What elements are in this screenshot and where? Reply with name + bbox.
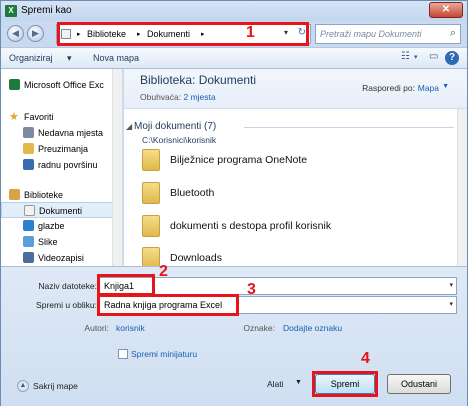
save-as-dialog: X Spremi kao ✕ ◀ ▶ ▸ Biblioteke ▸ Dokume… bbox=[0, 0, 468, 406]
authors-value[interactable]: korisnik bbox=[116, 323, 145, 333]
collapse-group-icon[interactable]: ◢ bbox=[126, 122, 132, 131]
search-placeholder: Pretraži mapu Dokumenti bbox=[320, 29, 422, 39]
title-bar: X Spremi kao ✕ bbox=[1, 1, 467, 21]
music-icon bbox=[23, 220, 34, 231]
view-dropdown-icon[interactable]: ▾ bbox=[414, 53, 418, 61]
group-path[interactable]: C:\Korisnici\korisnik bbox=[142, 135, 216, 145]
star-icon: ★ bbox=[9, 111, 19, 123]
folder-icon bbox=[142, 215, 160, 237]
excel-app-icon: X bbox=[5, 5, 17, 17]
nav-item-desktop[interactable]: radnu površinu bbox=[1, 157, 113, 173]
address-row: ◀ ▶ ▸ Biblioteke ▸ Dokumenti ▸ ▾ ↻ Pretr… bbox=[1, 21, 467, 47]
library-header: Biblioteka: Dokumenti Obuhvaća: 2 mjesta… bbox=[124, 69, 467, 109]
tools-button[interactable]: Alati bbox=[267, 379, 284, 389]
new-folder-button[interactable]: Nova mapa bbox=[93, 53, 139, 63]
hide-folders-button[interactable]: Sakrij mape bbox=[33, 381, 78, 391]
nav-scrollbar[interactable] bbox=[112, 69, 122, 266]
recent-icon bbox=[23, 127, 34, 138]
filename-dropdown-icon[interactable]: ▾ bbox=[449, 281, 453, 289]
annotation-number-3: 3 bbox=[247, 281, 256, 298]
save-form: Naziv datoteke: Knjiga1 ▾ Spremi u oblik… bbox=[1, 263, 467, 406]
tags-label: Oznake: bbox=[243, 323, 275, 333]
download-folder-icon bbox=[23, 143, 34, 154]
excel-icon bbox=[9, 79, 20, 90]
thumbnail-checkbox[interactable] bbox=[118, 349, 128, 359]
nav-item-music[interactable]: glazbe bbox=[1, 218, 113, 234]
search-icon[interactable]: ⌕ bbox=[450, 27, 456, 40]
nav-item-documents[interactable]: Dokumenti bbox=[1, 202, 113, 218]
highlight-box-2 bbox=[97, 274, 155, 296]
hide-folders-icon[interactable]: ▲ bbox=[17, 380, 29, 392]
folder-icon bbox=[142, 182, 160, 204]
nav-item-recent[interactable]: Nedavna mjesta bbox=[1, 125, 113, 141]
documents-icon bbox=[24, 205, 35, 216]
folder-icon bbox=[142, 247, 160, 266]
file-list-pane: Biblioteka: Dokumenti Obuhvaća: 2 mjesta… bbox=[124, 69, 467, 266]
list-item[interactable]: Downloads bbox=[142, 247, 442, 266]
arrange-by-value[interactable]: Mapa bbox=[418, 83, 439, 93]
library-title: Biblioteka: Dokumenti bbox=[140, 73, 257, 87]
filename-label: Naziv datoteke: bbox=[38, 281, 97, 291]
thumbnail-label[interactable]: Spremi minijaturu bbox=[131, 349, 197, 359]
library-locations-link[interactable]: 2 mjesta bbox=[184, 92, 216, 102]
search-input[interactable]: Pretraži mapu Dokumenti ⌕ bbox=[315, 24, 461, 44]
organize-dropdown-icon[interactable]: ▾ bbox=[67, 53, 72, 64]
file-type-dropdown-icon[interactable]: ▾ bbox=[449, 300, 453, 308]
highlight-box-3 bbox=[97, 294, 239, 316]
list-item[interactable]: dokumenti s destopa profil korisnik bbox=[142, 215, 442, 241]
toolbar: Organiziraj ▾ Nova mapa ☷ ▾ ▭ ? bbox=[1, 47, 467, 69]
nav-item-videos[interactable]: Videozapisi bbox=[1, 250, 113, 266]
forward-button[interactable]: ▶ bbox=[27, 25, 44, 42]
authors-label: Autori: bbox=[84, 323, 109, 333]
group-divider bbox=[244, 127, 454, 128]
list-item[interactable]: Bluetooth bbox=[142, 182, 442, 208]
highlight-box-4 bbox=[312, 371, 378, 397]
group-header[interactable]: Moji dokumenti (7) bbox=[134, 121, 216, 132]
preview-pane-icon[interactable]: ▭ bbox=[429, 51, 438, 62]
list-item[interactable]: Bilježnice programa OneNote bbox=[142, 149, 442, 175]
nav-item-excel[interactable]: Microsoft Office Exc bbox=[1, 77, 113, 93]
desktop-icon bbox=[23, 159, 34, 170]
close-button[interactable]: ✕ bbox=[429, 2, 463, 18]
annotation-number-4: 4 bbox=[361, 350, 370, 367]
tools-dropdown-icon[interactable]: ▼ bbox=[295, 379, 302, 386]
library-icon bbox=[9, 189, 20, 200]
help-icon[interactable]: ? bbox=[445, 51, 459, 65]
arrange-by-label: Rasporedi po: bbox=[362, 83, 415, 93]
pictures-icon bbox=[23, 236, 34, 247]
tags-value[interactable]: Dodajte oznaku bbox=[283, 323, 342, 333]
nav-item-favorites[interactable]: ★ Favoriti bbox=[1, 109, 113, 125]
nav-item-downloads[interactable]: Preuzimanja bbox=[1, 141, 113, 157]
video-icon bbox=[23, 252, 34, 263]
view-options-icon[interactable]: ☷ bbox=[401, 51, 410, 62]
library-includes: Obuhvaća: 2 mjesta bbox=[140, 92, 216, 102]
back-button[interactable]: ◀ bbox=[7, 25, 24, 42]
cancel-button[interactable]: Odustani bbox=[387, 374, 451, 394]
nav-item-pictures[interactable]: Slike bbox=[1, 234, 113, 250]
file-type-label: Spremi u obliku: bbox=[36, 300, 97, 310]
annotation-number-1: 1 bbox=[246, 24, 255, 41]
nav-item-libraries[interactable]: Biblioteke bbox=[1, 187, 113, 203]
window-title: Spremi kao bbox=[21, 5, 72, 16]
annotation-number-2: 2 bbox=[159, 263, 168, 280]
highlight-box-1 bbox=[57, 22, 309, 46]
file-list-scrollbar[interactable] bbox=[457, 109, 467, 266]
organize-button[interactable]: Organiziraj bbox=[9, 53, 53, 63]
folder-icon bbox=[142, 149, 160, 171]
arrange-dropdown-icon[interactable]: ▼ bbox=[442, 83, 449, 90]
navigation-pane: Microsoft Office Exc ★ Favoriti Nedavna … bbox=[1, 69, 123, 266]
